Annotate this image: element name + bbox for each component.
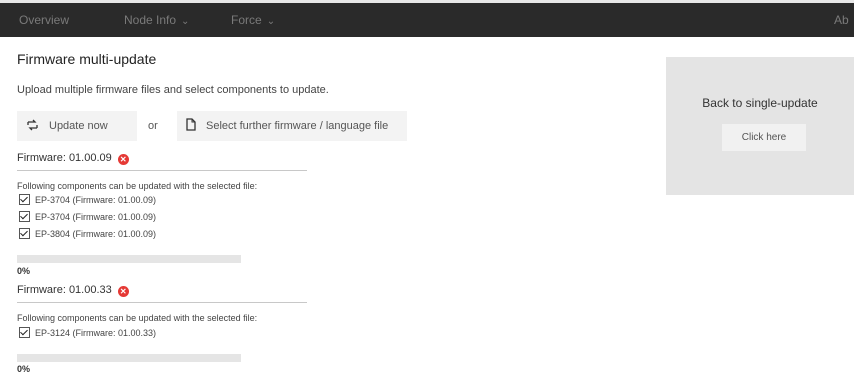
component-label: EP-3704 (Firmware: 01.00.09)	[35, 194, 157, 205]
progress-percent: 0%	[17, 364, 31, 374]
page-title: Firmware multi-update	[17, 51, 157, 67]
error-x-icon[interactable]: ✕	[117, 154, 129, 165]
component-label: EP-3124 (Firmware: 01.00.33)	[35, 327, 157, 338]
components-note: Following components can be updated with…	[17, 181, 258, 191]
refresh-arrows-icon	[26, 119, 39, 134]
error-x-icon[interactable]: ✕	[117, 286, 129, 297]
or-separator: or	[148, 120, 158, 132]
component-item: EP-3704 (Firmware: 01.00.09)	[19, 211, 156, 222]
document-icon	[186, 118, 196, 134]
select-firmware-file-button[interactable]: Select further firmware / language file	[177, 111, 407, 141]
progress-percent: 0%	[17, 266, 31, 276]
progress-bar	[17, 255, 241, 263]
update-now-button[interactable]: Update now	[17, 111, 137, 141]
component-label: EP-3804 (Firmware: 01.00.09)	[35, 228, 157, 239]
component-checkbox[interactable]	[19, 327, 30, 338]
component-checkbox[interactable]	[19, 194, 30, 205]
chevron-down-icon: ⌄	[266, 16, 276, 27]
single-update-panel: Back to single-update Click here	[666, 57, 854, 195]
nav-item-node-info[interactable]: Node Info ⌄	[124, 13, 189, 27]
page-subtitle: Upload multiple firmware files and selec…	[17, 84, 329, 96]
component-checkbox[interactable]	[19, 228, 30, 239]
panel-title: Back to single-update	[702, 96, 818, 110]
component-item: EP-3704 (Firmware: 01.00.09)	[19, 194, 156, 205]
click-here-button[interactable]: Click here	[722, 124, 806, 151]
top-navigation-bar: Overview Node Info ⌄ Force ⌄ Ab	[0, 0, 854, 37]
component-item: EP-3804 (Firmware: 01.00.09)	[19, 228, 156, 239]
nav-item-overview-label: Overview	[19, 13, 70, 27]
nav-item-about-truncated[interactable]: Ab	[834, 13, 849, 27]
update-now-label: Update now	[49, 120, 108, 132]
component-checkbox[interactable]	[19, 211, 30, 222]
firmware-version-label: Firmware: 01.00.09	[17, 152, 112, 164]
components-note: Following components can be updated with…	[17, 313, 258, 323]
firmware-group-header: Firmware: 01.00.09 ✕	[17, 152, 307, 171]
nav-item-node-info-label: Node Info	[124, 13, 177, 27]
progress-bar	[17, 354, 241, 362]
firmware-group-header: Firmware: 01.00.33 ✕	[17, 284, 307, 303]
nav-item-force[interactable]: Force ⌄	[231, 13, 275, 27]
nav-item-force-label: Force	[231, 13, 262, 27]
chevron-down-icon: ⌄	[181, 16, 190, 27]
firmware-version-label: Firmware: 01.00.33	[17, 284, 112, 296]
component-label: EP-3704 (Firmware: 01.00.09)	[35, 211, 157, 222]
component-item: EP-3124 (Firmware: 01.00.33)	[19, 327, 156, 338]
select-firmware-file-label: Select further firmware / language file	[206, 120, 389, 132]
nav-item-overview[interactable]: Overview	[19, 13, 69, 27]
